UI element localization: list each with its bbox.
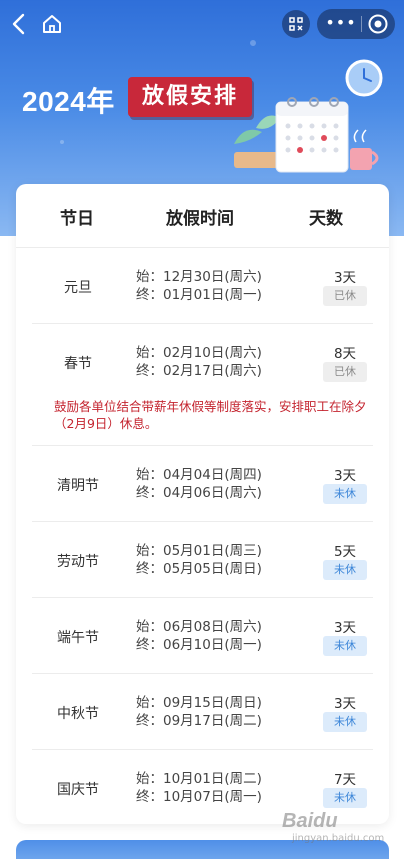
table-row: 元旦 始：12月30日(周六) 终：01月01日(周一) 3天 已休 bbox=[32, 248, 373, 324]
holiday-name: 劳动节 bbox=[57, 554, 99, 570]
days-count: 8天 bbox=[333, 346, 357, 362]
back-arrow-icon[interactable] bbox=[8, 12, 30, 36]
decor-dot bbox=[60, 140, 64, 144]
start-date: 始：05月01日(周三) bbox=[136, 543, 262, 559]
top-nav: ••• bbox=[0, 0, 404, 50]
close-miniprogram-icon[interactable] bbox=[367, 13, 389, 35]
start-date: 始：04月04日(周四) bbox=[136, 467, 262, 483]
miniprogram-capsule: ••• bbox=[317, 9, 395, 39]
year-title: 2024年 bbox=[22, 86, 115, 117]
holiday-dates: 始：10月01日(周二) 终：10月07日(周一) bbox=[136, 770, 262, 806]
holiday-name: 清明节 bbox=[57, 478, 99, 494]
end-date: 终：09月17日(周二) bbox=[136, 713, 262, 729]
scan-icon[interactable] bbox=[282, 10, 310, 38]
more-menu-button[interactable]: ••• bbox=[325, 12, 357, 36]
holiday-name: 元旦 bbox=[64, 280, 92, 296]
table-row: 清明节 始：04月04日(周四) 终：04月06日(周六) 3天 未休 bbox=[32, 446, 373, 522]
header-vacation-time: 放假时间 bbox=[166, 209, 234, 229]
end-date: 终：02月17日(周六) bbox=[136, 363, 262, 379]
start-date: 始：12月30日(周六) bbox=[136, 269, 262, 285]
table-row: 劳动节 始：05月01日(周三) 终：05月05日(周日) 5天 未休 bbox=[32, 522, 373, 598]
holiday-table-card: 节日 放假时间 天数 元旦 始：12月30日(周六) 终：01月01日(周一) … bbox=[16, 184, 389, 824]
plant-icon bbox=[234, 115, 280, 168]
end-date: 终：04月06日(周六) bbox=[136, 485, 262, 501]
days-count: 5天 bbox=[333, 544, 357, 560]
baidu-watermark: Baidu jingyan.baidu.com bbox=[282, 810, 385, 854]
start-date: 始：09月15日(周日) bbox=[136, 695, 262, 711]
holiday-dates: 始：02月10日(周六) 终：02月17日(周六) bbox=[136, 344, 262, 380]
start-date: 始：10月01日(周二) bbox=[136, 771, 262, 787]
days-count: 3天 bbox=[333, 696, 357, 712]
status-badge: 未休 bbox=[323, 788, 367, 808]
end-date: 终：06月10日(周一) bbox=[136, 637, 262, 653]
table-header: 节日 放假时间 天数 bbox=[16, 184, 389, 248]
status-badge: 未休 bbox=[323, 712, 367, 732]
holiday-dates: 始：05月01日(周三) 终：05月05日(周日) bbox=[136, 542, 262, 578]
end-date: 终：05月05日(周日) bbox=[136, 561, 262, 577]
start-date: 始：06月08日(周六) bbox=[136, 619, 262, 635]
table-row: 端午节 始：06月08日(周六) 终：06月10日(周一) 3天 未休 bbox=[32, 598, 373, 674]
calendar-illustration bbox=[234, 59, 383, 173]
days-count: 3天 bbox=[333, 468, 357, 484]
status-badge: 未休 bbox=[323, 636, 367, 656]
days-count: 3天 bbox=[333, 270, 357, 286]
capsule-divider bbox=[361, 16, 362, 32]
holiday-name: 国庆节 bbox=[57, 782, 99, 798]
holiday-dates: 始：04月04日(周四) 终：04月06日(周六) bbox=[136, 466, 262, 502]
start-date: 始：02月10日(周六) bbox=[136, 345, 262, 361]
table-row: 中秋节 始：09月15日(周日) 终：09月17日(周二) 3天 未休 bbox=[32, 674, 373, 750]
header-holiday: 节日 bbox=[60, 209, 94, 229]
mug-icon bbox=[350, 129, 379, 170]
status-badge: 已休 bbox=[323, 286, 367, 306]
watermark-brand: Baidu bbox=[282, 810, 338, 832]
holiday-name: 春节 bbox=[64, 356, 92, 372]
end-date: 终：10月07日(周一) bbox=[136, 789, 262, 805]
holiday-dates: 始：12月30日(周六) 终：01月01日(周一) bbox=[136, 268, 262, 304]
holiday-dates: 始：06月08日(周六) 终：06月10日(周一) bbox=[136, 618, 262, 654]
status-badge: 未休 bbox=[323, 484, 367, 504]
calendar-icon bbox=[275, 97, 349, 173]
header-days: 天数 bbox=[309, 209, 343, 229]
days-count: 7天 bbox=[333, 772, 357, 788]
clock-icon bbox=[345, 59, 383, 97]
holiday-dates: 始：09月15日(周日) 终：09月17日(周二) bbox=[136, 694, 262, 730]
status-badge: 未休 bbox=[323, 560, 367, 580]
watermark-site: jingyan.baidu.com bbox=[292, 833, 385, 844]
holiday-name: 中秋节 bbox=[57, 706, 99, 722]
spring-festival-note: 鼓励各单位结合带薪年休假等制度落实，安排职工在除夕（2月9日）休息。 bbox=[54, 399, 367, 431]
home-icon[interactable] bbox=[40, 12, 64, 36]
status-badge: 已休 bbox=[323, 362, 367, 382]
holiday-name: 端午节 bbox=[57, 630, 99, 646]
days-count: 3天 bbox=[333, 620, 357, 636]
end-date: 终：01月01日(周一) bbox=[136, 287, 262, 303]
